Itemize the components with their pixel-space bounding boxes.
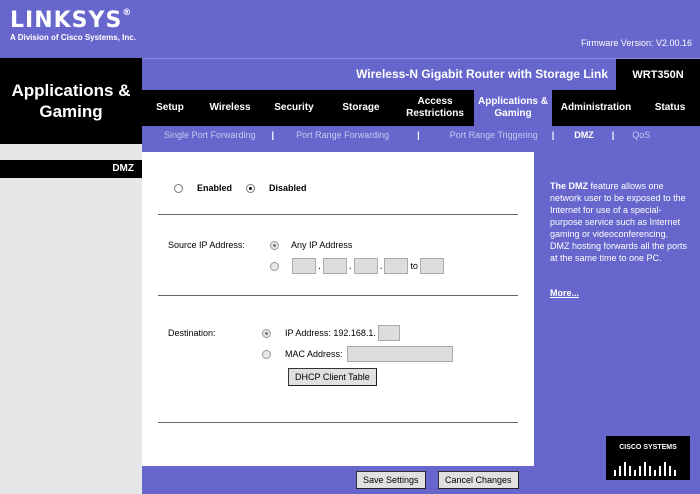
source-ip-octet-4[interactable] xyxy=(384,258,409,274)
linksys-logo: LINKSYS® A Division of Cisco Systems, In… xyxy=(10,8,136,42)
more-link[interactable]: More... xyxy=(550,288,579,298)
dhcp-row: DHCP Client Table xyxy=(288,368,377,386)
disabled-label: Disabled xyxy=(269,183,307,193)
main-tabs: Setup Wireless Security Storage Access R… xyxy=(142,90,700,126)
subtab-separator: | xyxy=(417,130,420,140)
divider xyxy=(158,295,518,296)
tab-access-restrictions[interactable]: Access Restrictions xyxy=(396,90,474,126)
subtab-single-port-forwarding[interactable]: Single Port Forwarding xyxy=(164,130,256,140)
dmz-content xyxy=(142,152,534,466)
left-section-label: DMZ xyxy=(0,160,142,178)
dot: . xyxy=(379,260,383,272)
enabled-radio[interactable] xyxy=(174,183,183,193)
dest-ip-last-octet[interactable] xyxy=(377,325,400,341)
left-panel xyxy=(0,144,142,494)
subtab-port-range-forwarding[interactable]: Port Range Forwarding xyxy=(296,130,389,140)
divider xyxy=(158,214,518,215)
dest-mac-field[interactable] xyxy=(346,346,453,362)
range-to-label: to xyxy=(410,261,418,271)
logo-text: LINKSYS xyxy=(10,8,123,33)
dmz-toggle-row: Enabled Disabled xyxy=(174,183,307,193)
tab-wireless[interactable]: Wireless xyxy=(198,90,262,126)
dest-ip-radio[interactable] xyxy=(262,328,271,338)
enabled-label: Enabled xyxy=(197,183,233,193)
tab-storage[interactable]: Storage xyxy=(326,90,396,126)
save-settings-button[interactable]: Save Settings xyxy=(356,471,426,489)
firmware-version: Firmware Version: V2.00.16 xyxy=(580,38,692,48)
product-bar: Wireless-N Gigabit Router with Storage L… xyxy=(142,58,700,91)
help-bold: The DMZ xyxy=(550,181,588,191)
subtab-dmz[interactable]: DMZ xyxy=(574,130,594,140)
registered-mark: ® xyxy=(122,8,133,18)
tab-security[interactable]: Security xyxy=(262,90,326,126)
section-title: Applications & Gaming xyxy=(0,58,142,144)
any-ip-label: Any IP Address xyxy=(291,240,353,250)
product-name: Wireless-N Gigabit Router with Storage L… xyxy=(356,67,608,81)
help-body: feature allows one network user to be ex… xyxy=(550,181,688,263)
model-number: WRT350N xyxy=(616,59,700,91)
ip-range-radio[interactable] xyxy=(270,261,279,271)
dest-mac-radio[interactable] xyxy=(262,349,271,359)
subtab-qos[interactable]: QoS xyxy=(632,130,650,140)
any-ip-radio[interactable] xyxy=(270,240,279,250)
dest-mac-label: MAC Address: xyxy=(285,349,343,359)
source-ip-range-end[interactable] xyxy=(419,258,444,274)
source-ip-octet-3[interactable] xyxy=(353,258,378,274)
footer-bar: Save Settings Cancel Changes xyxy=(142,466,534,494)
dest-mac-row: MAC Address: xyxy=(262,346,453,362)
destination-label: Destination: xyxy=(168,328,216,338)
tab-status[interactable]: Status xyxy=(640,90,700,126)
tab-applications-gaming[interactable]: Applications & Gaming xyxy=(474,90,552,126)
cisco-logo: CISCO SYSTEMS xyxy=(606,436,690,480)
source-ip-octet-1[interactable] xyxy=(292,258,316,274)
cisco-bars-icon xyxy=(614,462,676,476)
any-ip-row: Any IP Address xyxy=(270,240,352,250)
source-ip-octet-2[interactable] xyxy=(322,258,347,274)
subtab-separator: | xyxy=(271,130,275,140)
ip-range-row: . . . to xyxy=(270,258,444,274)
disabled-radio[interactable] xyxy=(246,183,256,193)
dot: . xyxy=(348,260,352,272)
tab-setup[interactable]: Setup xyxy=(142,90,198,126)
dest-ip-label: IP Address: 192.168.1. xyxy=(285,328,376,338)
cancel-changes-button[interactable]: Cancel Changes xyxy=(438,471,519,489)
cisco-text: CISCO SYSTEMS xyxy=(619,444,677,451)
subtab-port-range-triggering[interactable]: Port Range Triggering xyxy=(450,130,538,140)
sub-tabs: Single Port Forwarding | Port Range Forw… xyxy=(142,126,700,144)
router-admin-page: LINKSYS® A Division of Cisco Systems, In… xyxy=(0,0,700,494)
help-text: The DMZ feature allows one network user … xyxy=(550,180,690,264)
tab-administration[interactable]: Administration xyxy=(552,90,640,126)
dest-ip-row: IP Address: 192.168.1. xyxy=(262,325,400,341)
source-ip-label: Source IP Address: xyxy=(168,240,245,250)
dhcp-client-table-button[interactable]: DHCP Client Table xyxy=(288,368,377,386)
divider xyxy=(158,422,518,423)
subtab-separator: | xyxy=(551,130,555,140)
help-panel: The DMZ feature allows one network user … xyxy=(534,152,700,466)
logo-subtitle: A Division of Cisco Systems, Inc. xyxy=(10,33,136,42)
subtab-separator: | xyxy=(611,130,615,140)
dot: . xyxy=(318,260,321,272)
